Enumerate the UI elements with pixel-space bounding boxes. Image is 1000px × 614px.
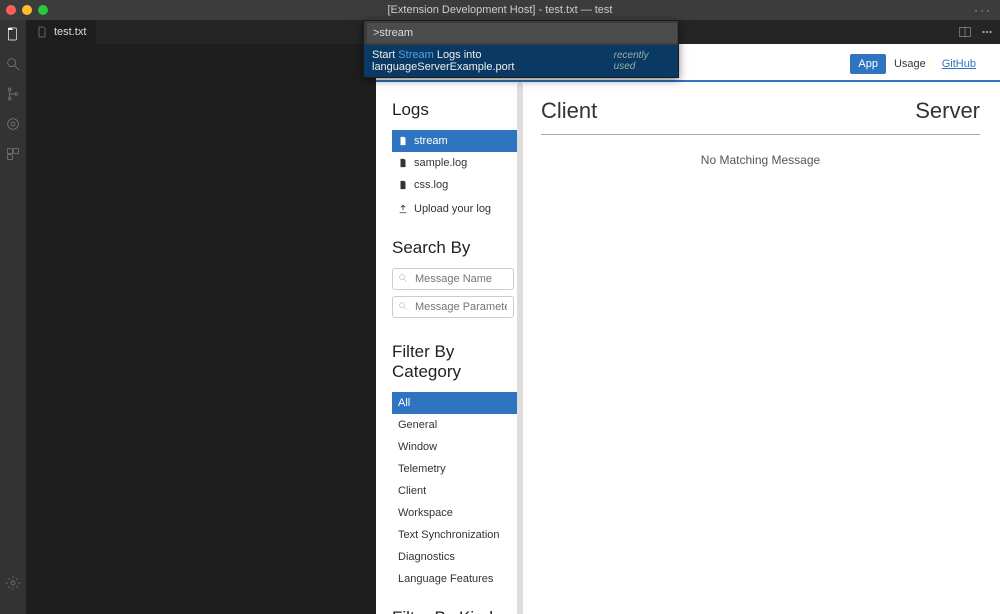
debug-icon[interactable] xyxy=(5,116,21,132)
palette-item-highlight: Stream xyxy=(398,49,433,61)
category-item[interactable]: Diagnostics xyxy=(392,546,517,568)
kind-heading: Filter By Kind xyxy=(392,608,517,614)
log-item-label: css.log xyxy=(414,178,448,192)
search-icon[interactable] xyxy=(5,56,21,72)
search-heading: Search By xyxy=(392,238,517,258)
category-item[interactable]: Workspace xyxy=(392,502,517,524)
category-item[interactable]: Language Features xyxy=(392,568,517,590)
category-heading: Filter By Category xyxy=(392,342,517,382)
editor-tab-actions xyxy=(958,20,1000,44)
category-item[interactable]: Client xyxy=(392,480,517,502)
category-item[interactable]: General xyxy=(392,414,517,436)
log-item[interactable]: stream xyxy=(392,130,517,152)
category-item[interactable]: Window xyxy=(392,436,517,458)
no-matching-message: No Matching Message xyxy=(541,153,980,167)
file-icon xyxy=(398,136,408,146)
inspector-sidebar: Logs stream sample.log css.log Upload your… xyxy=(376,82,521,614)
file-icon xyxy=(398,158,408,168)
editor-tab[interactable]: test.txt xyxy=(26,20,96,44)
palette-item-prefix: Start xyxy=(372,49,398,61)
minimize-window-button[interactable] xyxy=(22,5,32,15)
settings-gear-icon[interactable] xyxy=(5,575,21,596)
window-controls xyxy=(6,5,48,15)
close-window-button[interactable] xyxy=(6,5,16,15)
category-item[interactable]: Text Synchronization xyxy=(392,524,517,546)
tab-github[interactable]: GitHub xyxy=(934,54,984,74)
client-heading: Client xyxy=(541,98,597,124)
upload-label: Upload your log xyxy=(414,202,491,216)
file-icon xyxy=(36,26,48,38)
lsp-inspector-panel: LSP Inspector App Usage GitHub Logs stre… xyxy=(376,44,1000,614)
main-divider xyxy=(541,134,980,135)
source-control-icon[interactable] xyxy=(5,86,21,102)
search-message-name-input[interactable] xyxy=(392,268,514,290)
search-message-params-input[interactable] xyxy=(392,296,514,318)
explorer-icon[interactable] xyxy=(5,26,21,42)
sidebar-scrollbar[interactable] xyxy=(517,82,523,614)
file-icon xyxy=(398,180,408,190)
upload-icon xyxy=(398,204,408,214)
search-icon xyxy=(398,273,408,283)
titlebar-overflow[interactable]: ··· xyxy=(974,3,992,17)
palette-item-hint: recently used xyxy=(614,50,670,72)
upload-log-button[interactable]: Upload your log xyxy=(392,196,517,220)
logs-heading: Logs xyxy=(392,100,517,120)
server-heading: Server xyxy=(915,98,980,124)
search-icon xyxy=(398,301,408,311)
maximize-window-button[interactable] xyxy=(38,5,48,15)
log-item[interactable]: css.log xyxy=(392,174,517,196)
category-item[interactable]: All xyxy=(392,392,517,414)
command-palette-item[interactable]: Start Stream Logs into languageServerExa… xyxy=(364,45,678,77)
category-item[interactable]: Telemetry xyxy=(392,458,517,480)
extensions-icon[interactable] xyxy=(5,146,21,162)
inspector-nav: App Usage GitHub xyxy=(850,54,984,74)
tab-app[interactable]: App xyxy=(850,54,886,74)
command-palette: Start Stream Logs into languageServerExa… xyxy=(363,20,679,78)
more-actions-icon[interactable] xyxy=(980,25,994,39)
log-item-label: sample.log xyxy=(414,156,467,170)
inspector-main: Client Server No Matching Message xyxy=(521,82,1000,614)
editor-area: test.txt Start Stream Logs into language… xyxy=(26,20,1000,614)
activity-bar xyxy=(0,20,26,614)
window-titlebar: [Extension Development Host] - test.txt … xyxy=(0,0,1000,20)
tab-usage[interactable]: Usage xyxy=(886,54,934,74)
editor-tab-label: test.txt xyxy=(54,26,86,38)
log-item-label: stream xyxy=(414,134,448,148)
split-editor-icon[interactable] xyxy=(958,25,972,39)
log-item[interactable]: sample.log xyxy=(392,152,517,174)
command-palette-input[interactable] xyxy=(367,23,677,43)
window-title: [Extension Development Host] - test.txt … xyxy=(0,4,1000,16)
